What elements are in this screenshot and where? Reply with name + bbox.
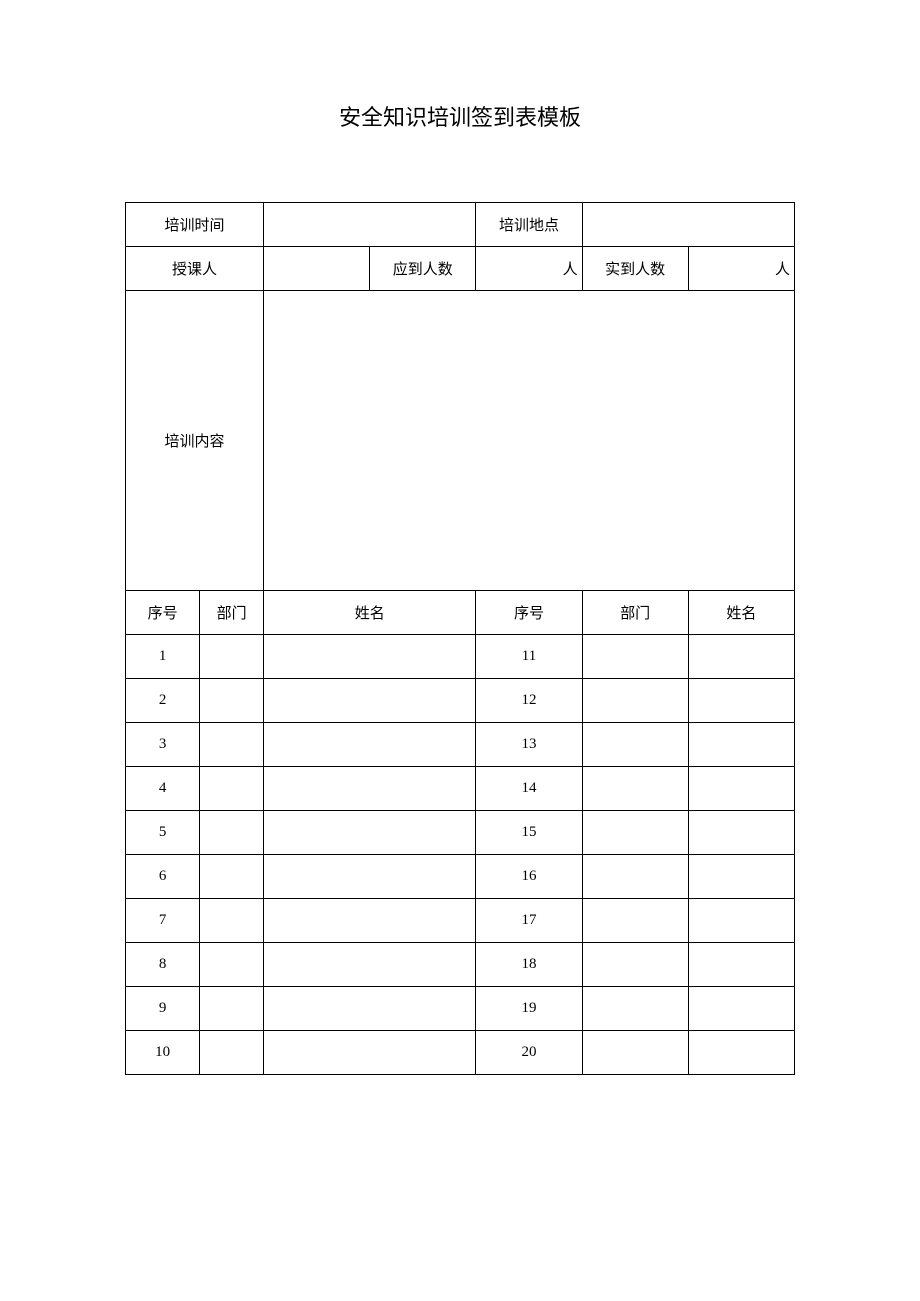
cell-department[interactable]	[582, 1031, 688, 1075]
cell-department[interactable]	[200, 767, 264, 811]
cell-name[interactable]	[264, 899, 476, 943]
table-row: 4 14	[126, 767, 795, 811]
cell-name[interactable]	[688, 635, 794, 679]
cell-seq: 4	[126, 767, 200, 811]
field-training-content[interactable]	[264, 291, 795, 591]
table-row: 10 20	[126, 1031, 795, 1075]
label-instructor: 授课人	[126, 247, 264, 291]
cell-name[interactable]	[688, 767, 794, 811]
cell-department[interactable]	[582, 899, 688, 943]
cell-seq: 13	[476, 723, 582, 767]
cell-seq: 15	[476, 811, 582, 855]
cell-name[interactable]	[264, 635, 476, 679]
cell-name[interactable]	[264, 679, 476, 723]
cell-department[interactable]	[582, 855, 688, 899]
cell-seq: 18	[476, 943, 582, 987]
cell-department[interactable]	[582, 811, 688, 855]
cell-name[interactable]	[264, 723, 476, 767]
cell-seq: 9	[126, 987, 200, 1031]
field-training-location[interactable]	[582, 203, 794, 247]
cell-name[interactable]	[688, 855, 794, 899]
header-name-left: 姓名	[264, 591, 476, 635]
field-actual-count[interactable]: 人	[688, 247, 794, 291]
table-row: 7 17	[126, 899, 795, 943]
cell-seq: 5	[126, 811, 200, 855]
cell-name[interactable]	[264, 987, 476, 1031]
cell-department[interactable]	[200, 899, 264, 943]
cell-department[interactable]	[200, 855, 264, 899]
header-seq-right: 序号	[476, 591, 582, 635]
cell-name[interactable]	[264, 943, 476, 987]
signin-table: 培训时间 培训地点 授课人 应到人数 人 实到人数 人 培训内容 序号部门姓名序…	[125, 202, 795, 1075]
cell-name[interactable]	[688, 679, 794, 723]
cell-department[interactable]	[582, 767, 688, 811]
document-title: 安全知识培训签到表模板	[125, 100, 795, 132]
cell-seq: 20	[476, 1031, 582, 1075]
cell-department[interactable]	[582, 635, 688, 679]
cell-department[interactable]	[200, 1031, 264, 1075]
field-expected-count[interactable]: 人	[476, 247, 582, 291]
header-name-right: 姓名	[688, 591, 794, 635]
cell-seq: 17	[476, 899, 582, 943]
cell-seq: 19	[476, 987, 582, 1031]
header-department-left: 部门	[200, 591, 264, 635]
cell-name[interactable]	[688, 943, 794, 987]
cell-name[interactable]	[688, 899, 794, 943]
label-actual-count: 实到人数	[582, 247, 688, 291]
cell-name[interactable]	[688, 723, 794, 767]
label-training-content: 培训内容	[126, 291, 264, 591]
cell-seq: 2	[126, 679, 200, 723]
cell-name[interactable]	[264, 811, 476, 855]
field-training-time[interactable]	[264, 203, 476, 247]
header-department-right: 部门	[582, 591, 688, 635]
cell-department[interactable]	[200, 943, 264, 987]
cell-department[interactable]	[200, 679, 264, 723]
field-instructor[interactable]	[264, 247, 370, 291]
cell-name[interactable]	[688, 811, 794, 855]
cell-seq: 3	[126, 723, 200, 767]
table-row: 5 15	[126, 811, 795, 855]
cell-seq: 16	[476, 855, 582, 899]
cell-department[interactable]	[582, 723, 688, 767]
cell-name[interactable]	[688, 1031, 794, 1075]
cell-seq: 8	[126, 943, 200, 987]
cell-name[interactable]	[264, 1031, 476, 1075]
header-seq-left: 序号	[126, 591, 200, 635]
cell-name[interactable]	[688, 987, 794, 1031]
cell-department[interactable]	[200, 987, 264, 1031]
cell-seq: 6	[126, 855, 200, 899]
label-training-time: 培训时间	[126, 203, 264, 247]
cell-department[interactable]	[582, 679, 688, 723]
table-row: 9 19	[126, 987, 795, 1031]
cell-seq: 14	[476, 767, 582, 811]
cell-department[interactable]	[200, 635, 264, 679]
cell-seq: 11	[476, 635, 582, 679]
cell-name[interactable]	[264, 767, 476, 811]
cell-seq: 10	[126, 1031, 200, 1075]
cell-department[interactable]	[582, 987, 688, 1031]
table-row: 8 18	[126, 943, 795, 987]
table-row: 2 12	[126, 679, 795, 723]
cell-seq: 7	[126, 899, 200, 943]
table-row: 111	[126, 635, 795, 679]
cell-department[interactable]	[582, 943, 688, 987]
cell-name[interactable]	[264, 855, 476, 899]
label-training-location: 培训地点	[476, 203, 582, 247]
table-row: 6 16	[126, 855, 795, 899]
table-row: 3 13	[126, 723, 795, 767]
label-expected-count: 应到人数	[370, 247, 476, 291]
cell-seq: 12	[476, 679, 582, 723]
cell-department[interactable]	[200, 723, 264, 767]
cell-seq: 1	[126, 635, 200, 679]
cell-department[interactable]	[200, 811, 264, 855]
